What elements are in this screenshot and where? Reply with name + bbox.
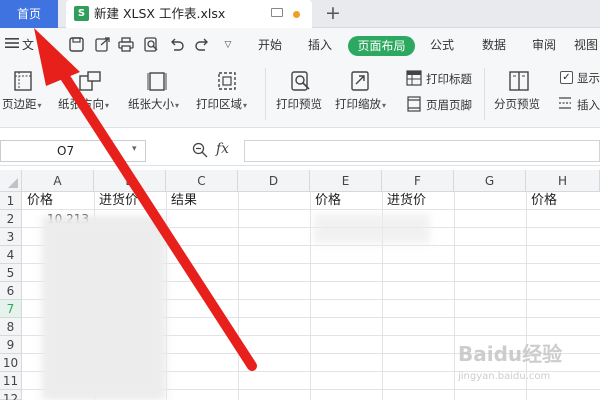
- page-break-preview-icon[interactable]: [508, 70, 530, 92]
- ribbon-gap: [0, 128, 600, 138]
- margins-button[interactable]: 页边距▾: [2, 96, 42, 112]
- unsaved-dot-icon: [293, 11, 300, 18]
- print-area-label: 打印区域: [196, 97, 242, 111]
- gridline: [310, 192, 311, 400]
- menu-item-review[interactable]: 审阅: [524, 28, 564, 62]
- baidu-watermark: Baidu经验 jingyan.baidu.com: [458, 338, 598, 396]
- function-icon[interactable]: fx: [216, 141, 229, 157]
- chevron-down-icon[interactable]: ▾: [132, 144, 137, 154]
- row-header-selected[interactable]: 7: [0, 300, 22, 318]
- formula-input[interactable]: [244, 140, 600, 162]
- spreadsheet-file-icon: S: [74, 6, 89, 21]
- ribbon: 页边距▾ 纸张方向▾ 纸张大小▾ 打印区域▾ 打印预览 打印缩放▾ 打印标题 页…: [0, 62, 600, 128]
- new-tab-button[interactable]: +: [322, 0, 344, 28]
- print-scale-label: 打印缩放: [335, 97, 381, 111]
- name-box[interactable]: O7: [0, 140, 146, 162]
- margins-label: 页边距: [2, 97, 37, 111]
- orientation-button[interactable]: 纸张方向▾: [58, 96, 109, 112]
- row-header[interactable]: 11: [0, 372, 22, 390]
- row-header[interactable]: 10: [0, 354, 22, 372]
- column-header[interactable]: H: [526, 170, 600, 192]
- show-label: 显示: [577, 71, 600, 85]
- zoom-icon[interactable]: [192, 142, 208, 162]
- column-header[interactable]: A: [22, 170, 94, 192]
- menu-item-data[interactable]: 数据: [474, 28, 514, 62]
- print-icon[interactable]: [118, 37, 134, 53]
- column-header[interactable]: E: [310, 170, 382, 192]
- menu-item-insert[interactable]: 插入: [300, 28, 340, 62]
- menu-item-page-layout[interactable]: 页面布局: [348, 36, 415, 56]
- insert-label[interactable]: 插入: [577, 97, 600, 113]
- print-preview-label[interactable]: 打印预览: [276, 96, 322, 112]
- paper-size-icon[interactable]: [146, 70, 168, 92]
- show-checkbox[interactable]: ✓: [560, 71, 573, 84]
- gridline: [454, 192, 455, 400]
- menu-item-formulas[interactable]: 公式: [422, 28, 462, 62]
- undo-icon[interactable]: [168, 37, 184, 53]
- print-area-button[interactable]: 打印区域▾: [196, 96, 247, 112]
- cell-e1[interactable]: 价格: [312, 192, 341, 210]
- menu-item-view[interactable]: 视图: [574, 28, 600, 62]
- tab-bar: 首页 S 新建 XLSX 工作表.xlsx +: [0, 0, 600, 28]
- file-menu-label[interactable]: 文: [22, 28, 34, 62]
- watermark-url: jingyan.baidu.com: [458, 371, 551, 382]
- menu-bar: 文 ▽ 开始 插入 页面布局 公式 数据 审阅 视图: [0, 28, 600, 62]
- column-header[interactable]: G: [454, 170, 526, 192]
- print-titles-icon[interactable]: [406, 70, 422, 86]
- row-header[interactable]: 12: [0, 390, 22, 400]
- ribbon-divider: [484, 68, 485, 120]
- cell-f1[interactable]: 进货价: [384, 192, 426, 210]
- tab-document[interactable]: S 新建 XLSX 工作表.xlsx: [66, 0, 312, 28]
- column-header[interactable]: B: [94, 170, 166, 192]
- print-scale-button[interactable]: 打印缩放▾: [335, 96, 386, 112]
- print-area-icon[interactable]: [216, 70, 238, 92]
- column-header[interactable]: C: [166, 170, 238, 192]
- save-icon[interactable]: [68, 37, 84, 53]
- cell-h1[interactable]: 价格: [528, 192, 557, 210]
- document-title: 新建 XLSX 工作表.xlsx: [94, 6, 226, 21]
- print-scale-icon[interactable]: [350, 70, 372, 92]
- print-preview-icon[interactable]: [143, 37, 159, 53]
- print-titles-label[interactable]: 打印标题: [426, 71, 472, 87]
- monitor-icon[interactable]: [271, 8, 283, 17]
- row-header[interactable]: 8: [0, 318, 22, 336]
- formula-bar: O7 ▾ fx: [0, 138, 600, 166]
- header-footer-icon[interactable]: [406, 96, 422, 112]
- row-header[interactable]: 5: [0, 264, 22, 282]
- tab-home[interactable]: 首页: [0, 0, 58, 28]
- redo-icon[interactable]: [194, 37, 210, 53]
- gridline: [166, 192, 167, 400]
- redacted-data-region: [314, 214, 430, 244]
- watermark-text: Baidu经验: [458, 342, 563, 366]
- margins-icon[interactable]: [12, 70, 34, 92]
- ribbon-divider: [265, 68, 266, 120]
- orientation-icon[interactable]: [78, 70, 101, 92]
- export-icon[interactable]: [94, 37, 110, 53]
- orientation-label: 纸张方向: [58, 97, 104, 111]
- header-footer-label[interactable]: 页眉页脚: [426, 97, 472, 113]
- page-break-preview-label[interactable]: 分页预览: [494, 96, 540, 112]
- hamburger-menu-icon[interactable]: [4, 37, 20, 53]
- column-header[interactable]: D: [238, 170, 310, 192]
- paper-size-button[interactable]: 纸张大小▾: [128, 96, 179, 112]
- row-header[interactable]: 1: [0, 192, 22, 210]
- paper-size-label: 纸张大小: [128, 97, 174, 111]
- row-header[interactable]: 6: [0, 282, 22, 300]
- cell-a1[interactable]: 价格: [24, 192, 53, 210]
- select-all-corner[interactable]: [0, 170, 22, 192]
- chevron-down-icon[interactable]: ▽: [220, 37, 236, 53]
- redacted-data-region: [42, 216, 166, 400]
- gridline: [238, 192, 239, 400]
- row-header[interactable]: 3: [0, 228, 22, 246]
- column-header[interactable]: F: [382, 170, 454, 192]
- row-header[interactable]: 9: [0, 336, 22, 354]
- menu-item-start[interactable]: 开始: [250, 28, 290, 62]
- row-header[interactable]: 2: [0, 210, 22, 228]
- row-header[interactable]: 4: [0, 246, 22, 264]
- cell-b1[interactable]: 进货价: [96, 192, 138, 210]
- insert-page-break-icon[interactable]: [557, 95, 573, 111]
- print-preview-large-icon[interactable]: [290, 70, 312, 92]
- cell-c1[interactable]: 结果: [168, 192, 197, 210]
